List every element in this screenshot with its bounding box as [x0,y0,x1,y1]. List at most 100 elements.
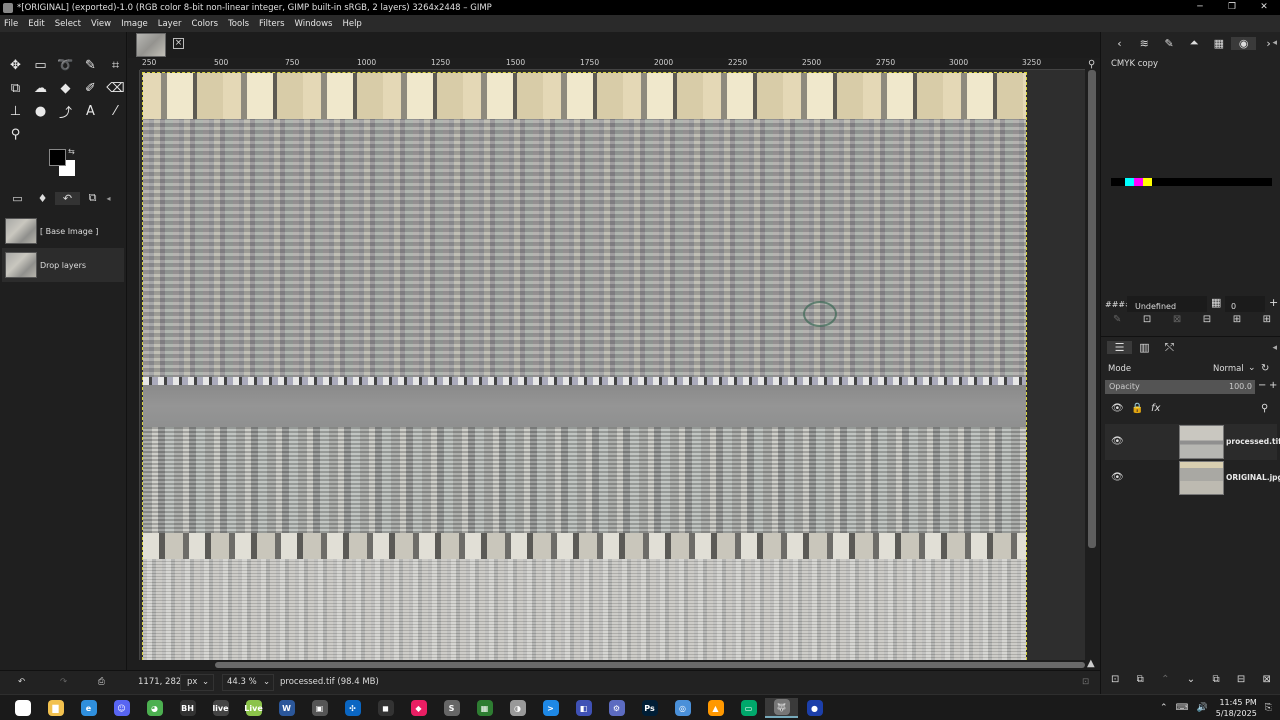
delete-layer-icon[interactable]: ⊠ [1263,674,1271,690]
minimize-button[interactable]: ─ [1184,0,1216,15]
taskbar-app-button[interactable]: ◧ [567,698,600,718]
patterns-tab-icon[interactable]: ⏶ [1182,36,1207,50]
image-tab-thumbnail[interactable] [136,33,166,57]
layer-item[interactable]: 👁 processed.tif [1105,424,1280,460]
tool-options-tab-icon[interactable]: ▭ [5,192,30,205]
print-icon[interactable]: ⎙ [98,677,105,687]
fuzzy-select-tool-icon[interactable]: ✎ [78,54,103,77]
new-group-icon[interactable]: ⧉ [1137,674,1144,690]
edit-color-icon[interactable]: ✎ [1113,314,1121,332]
tray-overflow-icon[interactable]: ⌃ [1160,703,1168,713]
visibility-header-icon[interactable]: 👁 [1111,403,1124,414]
menu-filters[interactable]: Filters [259,19,284,29]
lasso-tool-icon[interactable]: ➰ [53,54,78,77]
taskbar-app-button[interactable]: ▦ [468,698,501,718]
taskbar-app-button[interactable]: ▇ [39,698,72,718]
taskbar-app-button[interactable]: ▲ [699,698,732,718]
paths-tool-icon[interactable]: ⤴ [53,100,78,123]
search-icon[interactable]: ⚲ [1261,403,1268,414]
menu-windows[interactable]: Windows [295,19,333,29]
canvas-area[interactable] [140,70,1085,660]
palette-swatch[interactable] [1134,178,1143,186]
channels-tab-icon[interactable]: ▥ [1132,341,1157,354]
taskbar-app-button[interactable]: ▣ [303,698,336,718]
taskbar-app-button[interactable]: ◼ [369,698,402,718]
mode-value[interactable]: Normal [1213,364,1244,374]
menu-image[interactable]: Image [121,19,148,29]
palette-entry-name-field[interactable]: Undefined [1127,296,1207,312]
notifications-icon[interactable]: ⎘ [1265,703,1272,713]
paintbrush-tool-icon[interactable]: ✐ [78,77,103,100]
paths-tab-icon[interactable]: ⤲ [1157,341,1182,355]
taskbar-app-button[interactable]: > [534,698,567,718]
taskbar-app-button[interactable]: ◑ [501,698,534,718]
zoom-out-icon[interactable]: ⊟ [1203,314,1211,332]
dock-menu-icon[interactable]: ◂ [1272,343,1277,353]
taskbar-app-button[interactable]: ⊞ [6,698,39,718]
palettes-tab-icon[interactable]: ▦ [1206,37,1231,50]
redo-icon[interactable]: ↷ [60,677,67,687]
palette-swatch[interactable] [1143,178,1152,186]
taskbar-app-button[interactable]: Ps [633,698,666,718]
fg-bg-color-selector[interactable]: ⇆ [48,147,78,178]
taskbar-app-button[interactable]: e [72,698,105,718]
image-canvas[interactable] [142,72,1027,660]
menu-tools[interactable]: Tools [228,19,249,29]
horizontal-ruler[interactable]: 250 500 750 1000 1250 1500 1750 2000 225… [140,58,1085,70]
navigate-icon[interactable]: ▲ [1087,658,1095,669]
menu-select[interactable]: Select [55,19,81,29]
taskbar-app-button[interactable]: ● [798,698,831,718]
rect-select-tool-icon[interactable]: ▭ [28,54,53,77]
new-color-icon[interactable]: ⊡ [1143,314,1151,332]
eraser-tool-icon[interactable]: ⌫ [103,77,128,100]
zoom-tool-icon[interactable]: ⚲ [3,123,28,146]
zoom-in-icon[interactable]: ⊞ [1233,314,1241,332]
text-tool-icon[interactable]: A [78,100,103,123]
fx-icon[interactable]: fx [1151,403,1160,414]
clone-tool-icon[interactable]: ⊥ [3,100,28,123]
smudge-tool-icon[interactable]: ● [28,100,53,123]
delete-color-icon[interactable]: ⊠ [1173,314,1181,332]
bucket-fill-tool-icon[interactable]: ◆ [53,77,78,100]
menu-layer[interactable]: Layer [158,19,182,29]
layer-item[interactable]: 👁 ORIGINAL.jpg [1105,460,1280,496]
horizontal-scrollbar[interactable] [215,662,1085,668]
zoom-navigate-icon[interactable]: ⚲ [1088,59,1095,70]
ruler-corner[interactable] [128,58,140,70]
clock[interactable]: 11:45 PM 5/18/2025 [1216,697,1257,719]
lock-icon[interactable]: 🔒 [1131,403,1143,414]
dock-menu-icon[interactable]: ◂ [96,194,121,203]
taskbar-app-button[interactable]: ☺ [105,698,138,718]
taskbar-app-button[interactable]: 🐺 [765,698,798,718]
close-button[interactable]: ✕ [1248,0,1280,15]
taskbar-app-button[interactable]: ✣ [336,698,369,718]
taskbar-app-button[interactable]: Live [237,698,270,718]
undo-history-item[interactable]: [ Base Image ] [2,214,124,248]
vertical-ruler[interactable] [128,70,140,660]
palette-columns-field[interactable]: 0 [1225,296,1265,312]
move-tool-icon[interactable]: ✥ [3,54,28,77]
transform-tool-icon[interactable]: ⧉ [3,77,28,100]
layers-tab-icon[interactable]: ☰ [1107,341,1132,354]
mask-layer-icon[interactable]: ⊟ [1237,674,1245,690]
volume-icon[interactable]: 🔊 [1197,703,1208,713]
lower-layer-icon[interactable]: ⌄ [1187,674,1195,690]
taskbar-app-button[interactable]: W [270,698,303,718]
menu-file[interactable]: File [4,19,18,29]
opacity-decrease-icon[interactable]: − [1258,380,1266,391]
fonts-tab-icon[interactable]: ≋ [1132,37,1157,50]
taskbar-app-button[interactable]: ◎ [666,698,699,718]
keyboard-icon[interactable]: ⌨ [1176,703,1189,713]
color-picker-tool-icon[interactable]: ⁄ [103,100,128,123]
reset-mode-icon[interactable]: ↻ [1261,363,1269,374]
chevron-down-icon[interactable]: ⌄ [1248,363,1256,373]
taskbar-app-button[interactable]: S [435,698,468,718]
crop-tool-icon[interactable]: ⌗ [103,54,128,77]
undo-history-tab-icon[interactable]: ↶ [55,191,80,205]
menu-colors[interactable]: Colors [191,19,218,29]
zoom-all-icon[interactable]: ⊞ [1263,314,1271,332]
menu-edit[interactable]: Edit [28,19,44,29]
raise-layer-icon[interactable]: ⌃ [1161,674,1169,690]
nav-left-icon[interactable]: ‹ [1107,37,1132,50]
opacity-increase-icon[interactable]: + [1269,380,1277,391]
